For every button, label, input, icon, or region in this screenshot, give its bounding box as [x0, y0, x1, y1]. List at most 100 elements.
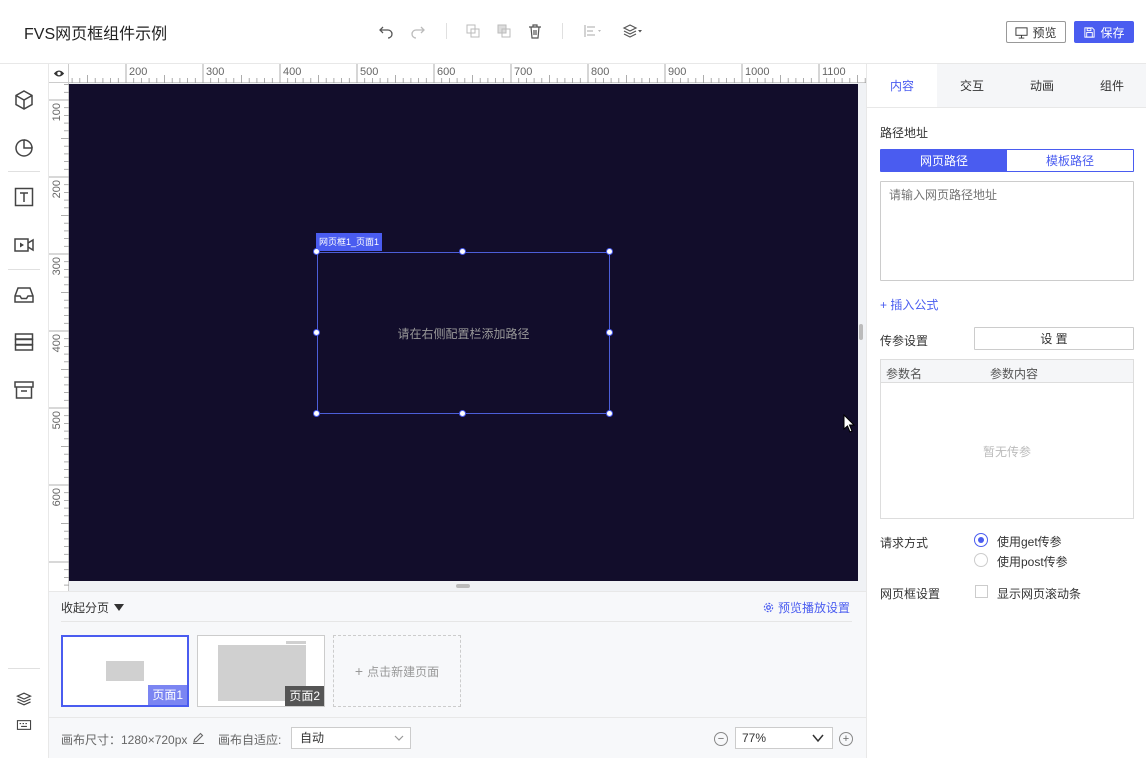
resize-handle-top[interactable] [459, 248, 466, 255]
save-button[interactable]: 保存 [1074, 21, 1134, 43]
layer-icon[interactable] [621, 22, 645, 40]
archive-icon[interactable] [12, 378, 36, 402]
status-bar: 画布尺寸：1280×720px 画布自适应: 自动 − 77% + [49, 717, 866, 758]
component-sidebar [0, 64, 49, 758]
page-panel: 收起分页 预览播放设置 页面1 页面2 + 点击新建页面 [49, 591, 866, 717]
layers-icon[interactable] [12, 687, 36, 711]
ruler-label: 300 [206, 66, 224, 78]
copy-icon[interactable] [464, 22, 482, 40]
collapse-pages-toggle[interactable]: 收起分页 [61, 599, 125, 616]
path-input[interactable] [880, 181, 1134, 281]
post-radio-label: 使用post传参 [997, 555, 1068, 569]
text-icon[interactable] [12, 185, 36, 209]
horizontal-scrollbar[interactable] [456, 584, 470, 588]
show-scrollbar-checkbox[interactable] [975, 585, 988, 598]
preview-label: 预览 [1032, 25, 1057, 40]
app-title: FVS网页框组件示例 [24, 26, 168, 43]
tab-content[interactable]: 内容 [867, 64, 937, 107]
vertical-ruler-ticks: 100 200 300 400 500 600 [49, 84, 69, 586]
path-type-toggle: 网页路径 模板路径 [880, 149, 1134, 172]
web-frame-component[interactable]: 请在右侧配置栏添加路径 [317, 252, 610, 414]
ruler-label: 1000 [745, 66, 769, 78]
zoom-select[interactable]: 77% [735, 727, 833, 749]
paste-icon[interactable] [495, 22, 513, 40]
ruler-label: 200 [129, 66, 147, 78]
resize-handle-top-right[interactable] [606, 248, 613, 255]
page-thumb-label: 页面1 [148, 685, 187, 705]
path-label: 路径地址 [880, 126, 929, 140]
ruler-label: 700 [514, 66, 532, 78]
redo-icon[interactable] [409, 22, 427, 40]
edit-icon[interactable] [192, 731, 205, 744]
chevron-down-icon [394, 735, 404, 741]
resize-handle-bottom[interactable] [459, 410, 466, 417]
param-label: 传参设置 [880, 334, 929, 348]
ruler-label: 100 [51, 103, 63, 121]
param-settings-button[interactable]: 设 置 [974, 327, 1134, 350]
vertical-ruler: 100 200 300 400 500 600 [49, 83, 69, 591]
tab-component[interactable]: 组件 [1077, 64, 1146, 107]
resize-handle-right[interactable] [606, 329, 613, 336]
toolbar-divider [446, 23, 447, 39]
resize-handle-bottom-left[interactable] [313, 410, 320, 417]
preview-settings-link[interactable]: 预览播放设置 [763, 599, 850, 616]
show-scrollbar-label: 显示网页滚动条 [997, 587, 1082, 601]
caret-down-icon [114, 604, 125, 611]
chevron-down-icon [812, 734, 824, 743]
database-icon[interactable] [12, 330, 36, 354]
cube-icon[interactable] [12, 88, 36, 112]
properties-panel: 内容 交互 动画 组件 路径地址 网页路径 模板路径 + 插入公式 传参设置 设… [866, 64, 1146, 758]
align-icon[interactable] [582, 22, 606, 40]
preview-button[interactable]: 预览 [1006, 21, 1066, 43]
get-radio[interactable] [974, 533, 988, 547]
canvas-size-text: 画布尺寸：1280×720px [61, 733, 188, 747]
monitor-icon [1015, 26, 1029, 39]
param-table-header: 参数名 参数内容 [881, 360, 1133, 383]
new-page-label: 点击新建页面 [367, 664, 440, 679]
chart-pie-icon[interactable] [12, 136, 36, 160]
sidebar-divider [8, 171, 40, 172]
tab-interaction[interactable]: 交互 [937, 64, 1007, 107]
trash-icon[interactable] [526, 22, 544, 40]
param-table: 参数名 参数内容 暂无传参 [880, 359, 1134, 519]
page-thumb-1[interactable]: 页面1 [61, 635, 189, 707]
canvas-stage[interactable]: 网页框1_页面1 请在右侧配置栏添加路径 [69, 84, 858, 581]
panel-divider [61, 621, 852, 622]
ruler-label: 400 [283, 66, 301, 78]
fit-select[interactable]: 自动 [291, 727, 411, 749]
param-empty-text: 暂无传参 [982, 444, 1031, 459]
frame-tag[interactable]: 网页框1_页面1 [316, 233, 383, 251]
insert-formula-link[interactable]: + 插入公式 [880, 296, 938, 313]
fit-select-value: 自动 [300, 731, 325, 745]
ruler-label: 200 [51, 180, 63, 198]
zoom-in-button[interactable]: + [839, 732, 853, 746]
tab-animation[interactable]: 动画 [1007, 64, 1077, 107]
vertical-scrollbar[interactable] [859, 324, 863, 340]
new-page-button[interactable]: + 点击新建页面 [333, 635, 461, 707]
fit-label: 画布自适应: [218, 733, 282, 747]
template-path-button[interactable]: 模板路径 [1007, 150, 1133, 171]
param-name-header: 参数名 [886, 367, 923, 381]
ruler-label: 800 [591, 66, 609, 78]
undo-icon[interactable] [377, 22, 395, 40]
eye-icon[interactable] [49, 64, 69, 83]
preview-settings-label: 预览播放设置 [777, 601, 850, 615]
ruler-label: 1100 [822, 66, 846, 78]
ruler-label: 500 [51, 411, 63, 429]
video-icon[interactable] [12, 233, 36, 257]
ruler-label: 600 [51, 488, 63, 506]
horizontal-ruler: 200 300 400 500 600 700 800 900 1000 1100 [69, 64, 866, 83]
resize-handle-left[interactable] [313, 329, 320, 336]
post-radio[interactable] [974, 553, 988, 567]
web-path-button[interactable]: 网页路径 [881, 150, 1007, 171]
zoom-out-button[interactable]: − [714, 732, 728, 746]
save-label: 保存 [1100, 25, 1125, 40]
mouse-cursor-icon [843, 414, 856, 433]
canvas-area: 200 300 400 500 600 700 800 900 1000 1100 100 200 3… [49, 64, 866, 591]
resize-handle-top-left[interactable] [313, 248, 320, 255]
resize-handle-bottom-right[interactable] [606, 410, 613, 417]
page-thumb-2[interactable]: 页面2 [197, 635, 325, 707]
inbox-icon[interactable] [12, 283, 36, 307]
keyboard-icon[interactable] [12, 713, 36, 737]
frame-hint: 请在右侧配置栏添加路径 [397, 326, 530, 341]
